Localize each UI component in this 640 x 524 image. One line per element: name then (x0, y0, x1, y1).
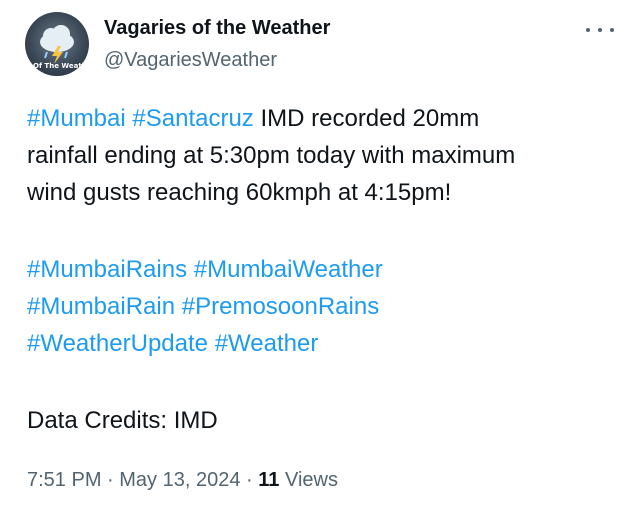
more-dot (586, 28, 590, 32)
views-label: Views (279, 469, 338, 491)
hashtag-line: #MumbaiRain #PremosoonRains (27, 288, 627, 325)
more-horizontal-icon[interactable] (586, 20, 614, 40)
tweet-line: wind gusts reaching 60kmph at 4:15pm! (27, 179, 452, 206)
more-dot (598, 28, 602, 32)
hashtag-link[interactable]: #MumbaiRains (27, 256, 187, 283)
hashtag-link[interactable]: #Mumbai (27, 105, 126, 132)
display-name[interactable]: Vagaries of the Weather (104, 17, 330, 40)
hashtag-link[interactable]: #WeatherUpdate (27, 330, 208, 357)
tweet-line: rainfall ending at 5:30pm today with max… (27, 142, 516, 169)
tweet-meta: 7:51 PM · May 13, 2024 · 11 Views (27, 469, 338, 492)
meta-separator: · (101, 469, 120, 491)
tweet-text-segment: IMD recorded 20mm (253, 105, 480, 132)
hashtag-line: #MumbaiRains #MumbaiWeather (27, 251, 627, 288)
more-dot (610, 28, 614, 32)
tweet-text: #Mumbai #Santacruz IMD recorded 20mm rai… (27, 100, 627, 439)
hashtag-link[interactable]: #MumbaiWeather (194, 256, 383, 283)
meta-separator: · (240, 469, 259, 491)
avatar-logo-text: Of The Weath (33, 62, 87, 70)
user-handle[interactable]: @VagariesWeather (104, 49, 277, 72)
hashtag-link[interactable]: #PremosoonRains (182, 293, 379, 320)
avatar[interactable]: Of The Weath (25, 12, 89, 76)
hashtag-link[interactable]: #Weather (215, 330, 319, 357)
views-count: 11 (258, 469, 280, 491)
tweet-time[interactable]: 7:51 PM (27, 469, 101, 491)
hashtag-link[interactable]: #MumbaiRain (27, 293, 175, 320)
hashtag-link[interactable]: #Santacruz (132, 105, 253, 132)
hashtag-line: #WeatherUpdate #Weather (27, 325, 627, 362)
data-credits: Data Credits: IMD (27, 407, 218, 434)
tweet-line: #Mumbai #Santacruz IMD recorded 20mm (27, 100, 627, 137)
tweet-date[interactable]: May 13, 2024 (119, 469, 240, 491)
